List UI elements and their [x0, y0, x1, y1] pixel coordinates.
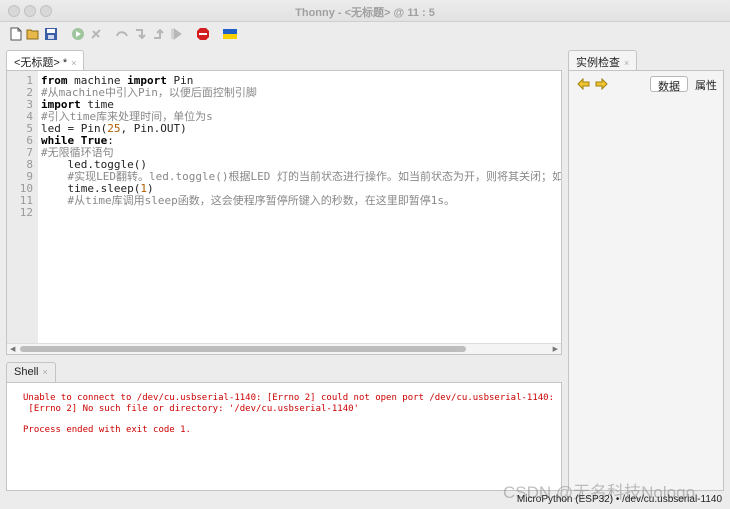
- code-line[interactable]: led = Pin(25, Pin.OUT): [41, 123, 561, 135]
- line-number: 6: [26, 134, 33, 147]
- code-line[interactable]: time.sleep(1): [41, 183, 561, 195]
- code-token: #无限循环语句: [41, 147, 114, 159]
- code-line[interactable]: #从time库调用sleep函数，这会使程序暂停所键入的秒数，在这里即暂停1s。: [41, 195, 561, 207]
- code-token: import: [127, 75, 167, 87]
- scrollbar-thumb[interactable]: [20, 346, 466, 352]
- code-token: led.toggle(): [41, 159, 147, 171]
- forward-arrow-icon[interactable]: [595, 78, 608, 90]
- code-token: from: [41, 75, 68, 87]
- code-line[interactable]: while True:: [41, 135, 561, 147]
- code-line[interactable]: #无限循环语句: [41, 147, 561, 159]
- attributes-tab-button[interactable]: 属性: [688, 76, 724, 92]
- stop-icon[interactable]: [196, 27, 210, 41]
- line-number: 12: [19, 206, 33, 219]
- interpreter-status[interactable]: MicroPython (ESP32) • /dev/cu.usbserial-…: [517, 494, 722, 505]
- save-icon[interactable]: [44, 27, 58, 41]
- line-number: 7: [26, 146, 33, 159]
- code-area[interactable]: from machine import Pin #从machine中引入Pin，以…: [41, 75, 561, 219]
- code-token: 1: [140, 183, 147, 195]
- scroll-right-icon[interactable]: ▶: [553, 345, 558, 353]
- line-number: 5: [26, 122, 33, 135]
- step-into-icon[interactable]: [133, 27, 147, 41]
- code-token: , Pin.OUT): [120, 123, 187, 135]
- shell-console[interactable]: Unable to connect to /dev/cu.usbserial-1…: [6, 382, 562, 491]
- code-token: #实现LED翻转。led.toggle()根据LED 灯的当前状态进行操作。如当…: [67, 171, 562, 183]
- code-line[interactable]: #从machine中引入Pin，以便后面控制引脚: [41, 87, 561, 99]
- step-over-icon[interactable]: [115, 27, 129, 41]
- code-token: #从time库调用sleep函数，这会使程序暂停所键入的秒数，在这里即暂停1s。: [67, 195, 455, 207]
- code-line[interactable]: [41, 207, 561, 219]
- close-shell-tab-icon[interactable]: ×: [42, 367, 47, 377]
- code-line[interactable]: led.toggle(): [41, 159, 561, 171]
- shell-output-line: Unable to connect to /dev/cu.usbserial-1…: [23, 393, 555, 403]
- shell-tab-label: Shell: [14, 366, 39, 378]
- code-token: #从machine中引入Pin，以便后面控制引脚: [41, 87, 257, 99]
- window-title: Thonny - <无标题> @ 11 : 5: [295, 7, 435, 19]
- close-tab-icon[interactable]: ×: [71, 58, 76, 68]
- toolbar: [0, 22, 730, 46]
- code-token: 25: [107, 123, 121, 135]
- debug-icon[interactable]: [89, 27, 103, 41]
- run-icon[interactable]: [71, 27, 85, 41]
- close-inspector-tab-icon[interactable]: ×: [624, 58, 629, 68]
- title-bar: Thonny - <无标题> @ 11 : 5: [0, 0, 730, 22]
- code-line[interactable]: #引入time库来处理时间，单位为s: [41, 111, 561, 123]
- back-arrow-icon[interactable]: [577, 78, 590, 90]
- line-number: 3: [26, 98, 33, 111]
- line-number-gutter: 1 2 3 4 5 6 7 8 9 10 11 12: [7, 71, 38, 354]
- code-line[interactable]: from machine import Pin: [41, 75, 561, 87]
- tab-shell[interactable]: Shell ×: [6, 362, 56, 382]
- line-number: 8: [26, 158, 33, 171]
- data-tab-button[interactable]: 数据: [650, 76, 688, 93]
- code-line[interactable]: #实现LED翻转。led.toggle()根据LED 灯的当前状态进行操作。如当…: [41, 171, 562, 183]
- code-token: :: [107, 135, 114, 147]
- inspector-tab-label: 实例检查: [576, 57, 620, 69]
- code-line[interactable]: import time: [41, 99, 561, 111]
- line-number: 1: [26, 74, 33, 87]
- code-token: led = Pin(: [41, 123, 108, 135]
- open-file-icon[interactable]: [26, 27, 40, 41]
- editor-tab-label: <无标题> *: [14, 57, 68, 69]
- shell-output-line: Process ended with exit code 1.: [23, 425, 191, 435]
- tab-object-inspector[interactable]: 实例检查 ×: [568, 50, 638, 70]
- object-inspector-panel: [568, 70, 724, 491]
- code-token: ): [146, 183, 154, 195]
- step-out-icon[interactable]: [151, 27, 165, 41]
- code-editor[interactable]: 1 2 3 4 5 6 7 8 9 10 11 12 from machine import Pin #…: [6, 70, 562, 355]
- scroll-left-icon[interactable]: ◀: [10, 345, 15, 353]
- code-token: time: [80, 99, 114, 111]
- resume-icon[interactable]: [169, 27, 183, 41]
- line-number: 4: [26, 110, 33, 123]
- shell-output-line: [Errno 2] No such file or directory: '/d…: [23, 404, 359, 414]
- tab-editor-untitled[interactable]: <无标题> * ×: [6, 50, 85, 70]
- code-token: Pin: [166, 75, 194, 87]
- code-token: True: [80, 135, 108, 147]
- code-token: while: [41, 135, 75, 147]
- horizontal-scrollbar[interactable]: ◀ ▶: [7, 343, 561, 354]
- code-token: import: [41, 99, 81, 111]
- ukraine-flag-icon[interactable]: [223, 27, 237, 41]
- code-token: time.sleep(: [41, 183, 141, 195]
- code-token: machine: [67, 75, 128, 87]
- line-number: 2: [26, 86, 33, 99]
- new-file-icon[interactable]: [9, 27, 23, 41]
- code-token: #引入time库来处理时间，单位为s: [41, 111, 213, 123]
